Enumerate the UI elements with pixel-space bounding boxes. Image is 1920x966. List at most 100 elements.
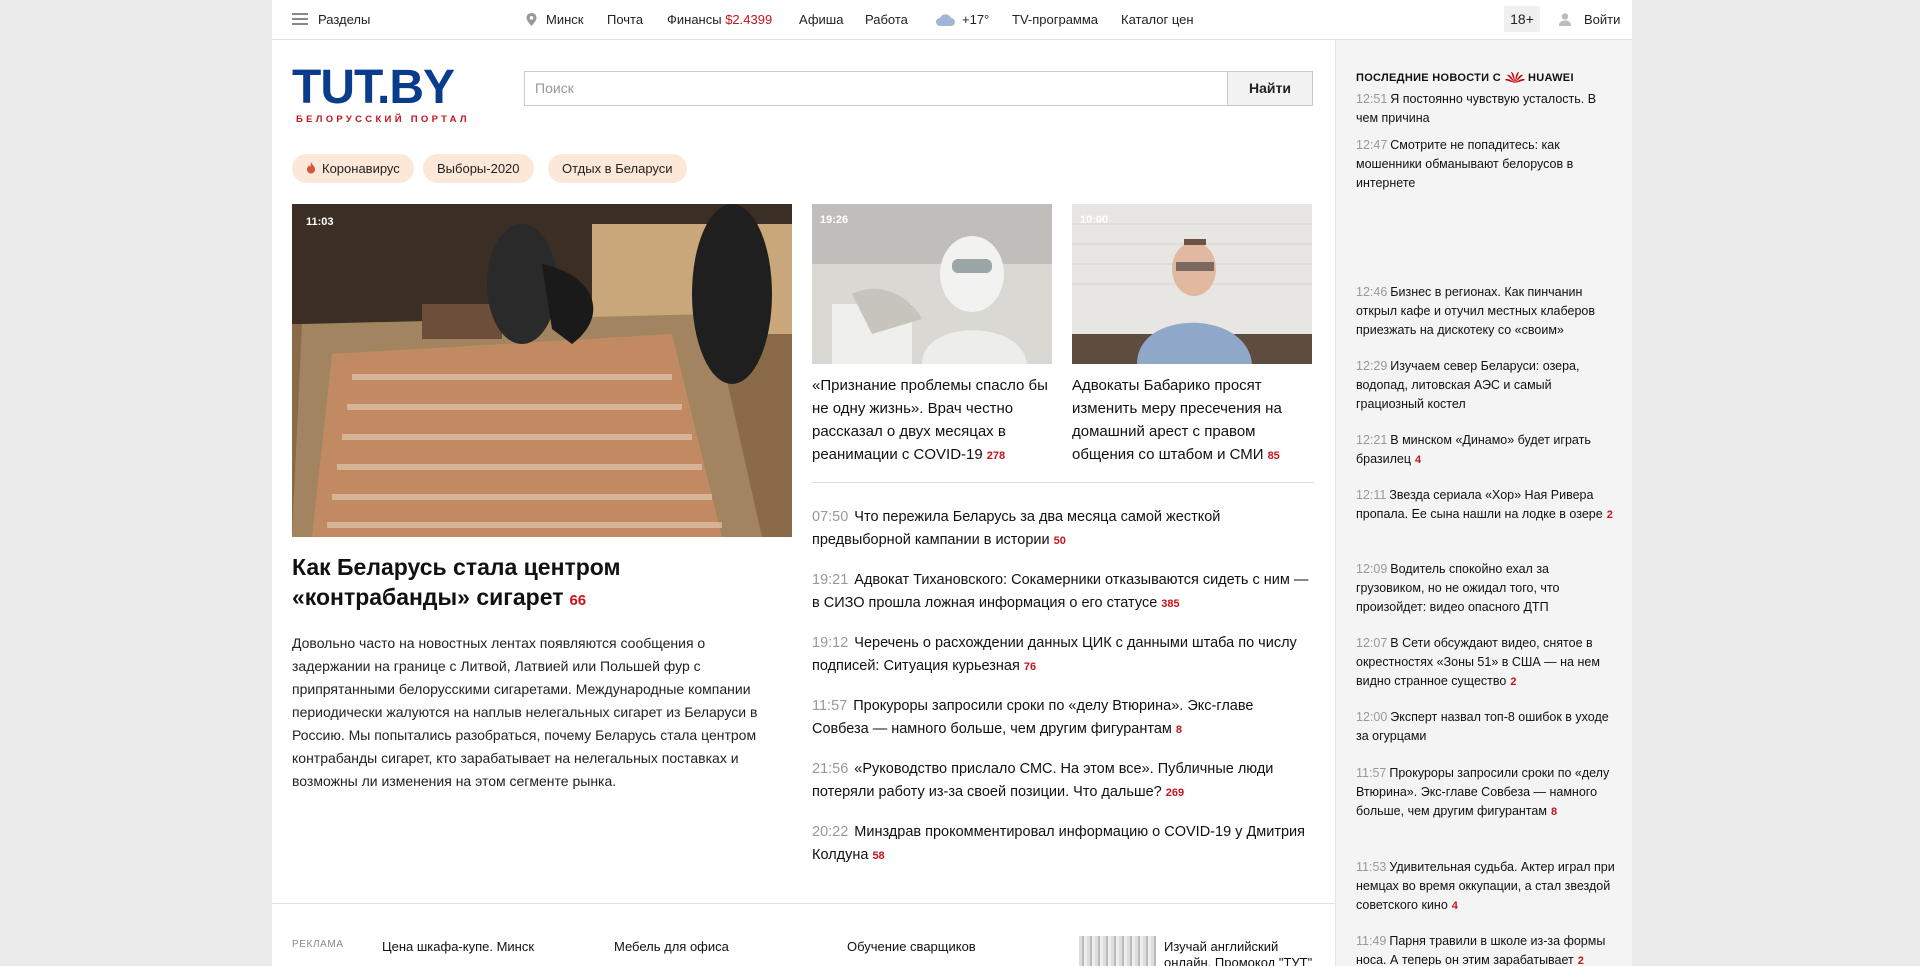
list-item[interactable]: 12:47 Смотрите не попадитесь: как мошенни…: [1356, 136, 1618, 193]
hero-time: 11:03: [306, 216, 334, 228]
news-title: Бизнес в регионах. Как пинчанин открыл к…: [1356, 285, 1595, 337]
comments-count[interactable]: 278: [987, 450, 1005, 462]
news-title: Эксперт назвал топ-8 ошибок в уходе за о…: [1356, 710, 1609, 743]
comments-count[interactable]: 4: [1415, 454, 1421, 466]
news-title: Прокуроры запросили сроки по «делу Втюри…: [812, 698, 1254, 737]
hero-headline[interactable]: Как Беларусь стала центром «контрабанды»…: [292, 552, 792, 616]
ad-link[interactable]: Мебель для офиса: [614, 939, 729, 954]
list-item[interactable]: 11:49 Парня травили в школе из-за формы н…: [1356, 932, 1618, 966]
news-time: 11:53: [1356, 860, 1387, 874]
logo-subtitle: БЕЛОРУССКИЙ ПОРТАЛ: [296, 114, 470, 125]
weather-link[interactable]: +17°: [962, 12, 989, 27]
tag-elections[interactable]: Выборы-2020: [423, 154, 534, 183]
news-time: 12:00: [1356, 710, 1388, 724]
news-title: В Сети обсуждают видео, снятое в окрестн…: [1356, 636, 1600, 688]
list-item[interactable]: 07:50 Что пережила Беларусь за два месяца…: [812, 506, 1314, 553]
comments-count[interactable]: 66: [569, 592, 586, 609]
list-item[interactable]: 20:22 Минздрав прокомментировал информаци…: [812, 821, 1314, 868]
news-title: Смотрите не попадитесь: как мошенники об…: [1356, 138, 1574, 190]
age-rating-badge: 18+: [1504, 6, 1540, 32]
list-item[interactable]: 12:29 Изучаем север Беларуси: озера, водо…: [1356, 357, 1618, 414]
page: Разделы Минск Почта Финансы $2.4399 Афиш…: [272, 0, 1632, 966]
comments-count[interactable]: 2: [1510, 676, 1516, 688]
work-link[interactable]: Работа: [865, 12, 908, 27]
cigarette-warehouse-photo: [292, 204, 792, 537]
news-time: 12:09: [1356, 562, 1388, 576]
tv-program-link[interactable]: TV-программа: [1012, 12, 1098, 27]
list-item[interactable]: 11:53 Удивительная судьба. Актер играл пр…: [1356, 858, 1618, 916]
card-image-lawyer[interactable]: 10:00: [1072, 204, 1312, 364]
fire-icon: [307, 162, 315, 174]
news-time: 12:51: [1356, 92, 1388, 106]
hamburger-menu-icon[interactable]: [292, 13, 308, 25]
list-item[interactable]: 12:07 В Сети обсуждают видео, снятое в ок…: [1356, 634, 1618, 692]
card-time: 10:00: [1080, 214, 1109, 226]
comments-count[interactable]: 2: [1607, 509, 1613, 521]
ad-link[interactable]: Изучай английский онлайн. Промокод "ТУТ": [1164, 939, 1324, 966]
comments-count[interactable]: 85: [1268, 450, 1280, 462]
news-time: 12:29: [1356, 359, 1388, 373]
news-title: Минздрав прокомментировал информацию о C…: [812, 824, 1305, 863]
news-time: 12:47: [1356, 138, 1388, 152]
news-title: Звезда сериала «Хор» Ная Ривера пропала.…: [1356, 488, 1603, 521]
list-item[interactable]: 12:00 Эксперт назвал топ-8 ошибок в уходе…: [1356, 708, 1618, 746]
news-time: 12:11: [1356, 488, 1387, 502]
tag-coronavirus[interactable]: Коронавирус: [292, 154, 414, 183]
city-link[interactable]: Минск: [546, 12, 583, 27]
list-item[interactable]: 11:57 Прокуроры запросили сроки по «делу …: [1356, 764, 1618, 822]
list-item[interactable]: 19:21 Адвокат Тихановского: Сокамерники о…: [812, 569, 1314, 616]
comments-count[interactable]: 58: [872, 850, 884, 862]
site-logo[interactable]: TUT.BY БЕЛОРУССКИЙ ПОРТАЛ: [292, 61, 502, 126]
location-pin-icon: [526, 13, 537, 26]
news-title: «Руководство прислало СМС. На этом все».…: [812, 761, 1274, 800]
afisha-link[interactable]: Афиша: [799, 12, 843, 27]
news-list: 07:50 Что пережила Беларусь за два месяца…: [812, 482, 1314, 884]
news-title: Я постоянно чувствую усталость. В чем пр…: [1356, 92, 1597, 125]
news-time: 11:57: [1356, 766, 1387, 780]
card-image-doctor[interactable]: 19:26: [812, 204, 1052, 364]
news-title: Удивительная судьба. Актер играл при нем…: [1356, 860, 1615, 912]
search-input[interactable]: Поиск: [524, 71, 1230, 106]
login-link[interactable]: Войти: [1584, 12, 1620, 27]
ad-link[interactable]: Обучение сварщиков: [847, 939, 976, 954]
sidebar-heading: ПОСЛЕДНИЕ НОВОСТИ С HUAWEI: [1356, 70, 1574, 84]
list-item[interactable]: 12:11 Звезда сериала «Хор» Ная Ривера про…: [1356, 486, 1618, 525]
comments-count[interactable]: 8: [1551, 806, 1557, 818]
finance-link[interactable]: Финансы $2.4399: [667, 12, 772, 27]
card-headline-doctor[interactable]: «Признание проблемы спасло бы не одну жи…: [812, 374, 1052, 468]
search-button[interactable]: Найти: [1227, 71, 1313, 106]
tag-rest-in-belarus[interactable]: Отдых в Беларуси: [548, 154, 687, 183]
comments-count[interactable]: 50: [1054, 535, 1066, 547]
hero-image[interactable]: 11:03: [292, 204, 792, 537]
news-time: 19:21: [812, 572, 849, 588]
ad-link[interactable]: Цена шкафа-купе. Минск: [382, 939, 534, 954]
comments-count[interactable]: 2: [1578, 955, 1584, 966]
latest-news-sidebar: ПОСЛЕДНИЕ НОВОСТИ С HUAWEI 12:51 Я постоян…: [1335, 40, 1632, 966]
comments-count[interactable]: 269: [1166, 787, 1184, 799]
ads-label: РЕКЛАМА: [292, 939, 344, 950]
news-title: Изучаем север Беларуси: озера, водопад, …: [1356, 359, 1580, 411]
list-item[interactable]: 19:12 Черечень о расхождении данных ЦИК с…: [812, 632, 1314, 679]
card-title-text: «Признание проблемы спасло бы не одну жи…: [812, 377, 1048, 463]
comments-count[interactable]: 8: [1176, 724, 1182, 736]
price-catalog-link[interactable]: Каталог цен: [1121, 12, 1194, 27]
list-item[interactable]: 12:21 В минском «Динамо» будет играть бра…: [1356, 431, 1618, 470]
list-item[interactable]: 21:56 «Руководство прислало СМС. На этом …: [812, 758, 1314, 805]
mail-link[interactable]: Почта: [607, 12, 643, 27]
logo-wordmark: TUT.BY: [292, 61, 455, 114]
news-title: В минском «Динамо» будет играть бразилец: [1356, 433, 1591, 466]
sections-menu-link[interactable]: Разделы: [318, 12, 370, 27]
comments-count[interactable]: 385: [1161, 598, 1179, 610]
list-item[interactable]: 12:09 Водитель спокойно ехал за грузовико…: [1356, 560, 1618, 617]
card-headline-lawyer[interactable]: Адвокаты Бабарико просят изменить меру п…: [1072, 374, 1312, 468]
news-title: Прокуроры запросили сроки по «делу Втюри…: [1356, 766, 1610, 818]
comments-count[interactable]: 76: [1024, 661, 1036, 673]
news-title: Черечень о расхождении данных ЦИК с данн…: [812, 635, 1297, 674]
list-item[interactable]: 12:51 Я постоянно чувствую усталость. В ч…: [1356, 90, 1618, 128]
list-item[interactable]: 11:57 Прокуроры запросили сроки по «делу …: [812, 695, 1314, 742]
card-time: 19:26: [820, 214, 849, 226]
ad-thumbnail[interactable]: [1079, 936, 1156, 966]
news-time: 12:46: [1356, 285, 1388, 299]
comments-count[interactable]: 4: [1452, 900, 1458, 912]
list-item[interactable]: 12:46 Бизнес в регионах. Как пинчанин отк…: [1356, 283, 1618, 340]
